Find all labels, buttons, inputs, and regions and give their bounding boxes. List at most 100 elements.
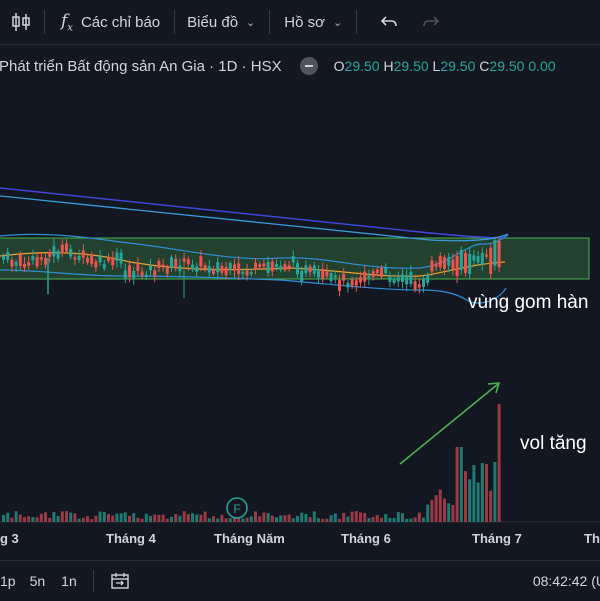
volume-bar <box>417 512 421 522</box>
volume-bar <box>392 518 396 522</box>
event-marker[interactable]: F <box>226 497 248 519</box>
volume-bar <box>123 512 127 522</box>
candle <box>464 250 467 277</box>
indicators-button[interactable]: fx Các chỉ báo <box>53 0 160 44</box>
time-label: Tháng 7 <box>472 531 522 546</box>
volume-bar <box>111 515 115 522</box>
volume-bar <box>262 512 266 522</box>
volume-bar <box>296 515 299 522</box>
volume-bar <box>291 518 295 522</box>
price-chart[interactable]: vùng gom hàn vol tăng F g 3 Tháng 4 Thán… <box>0 80 600 560</box>
volume-bar <box>10 517 14 522</box>
volume-bar <box>220 514 224 522</box>
candle <box>489 244 493 279</box>
volume-bar <box>443 498 446 522</box>
time-label: Tháng 4 <box>106 531 157 546</box>
volume-bar <box>375 515 379 522</box>
volume-bar <box>493 462 497 522</box>
profile-menu-label: Hồ sơ <box>284 13 325 31</box>
volume-bar <box>157 514 161 522</box>
volume-bar <box>422 517 425 522</box>
volume-bar <box>283 515 287 522</box>
clock-readout[interactable]: 08:42:42 (U <box>533 573 600 589</box>
volume-bar <box>52 512 56 522</box>
open-value: 29.50 <box>344 58 380 74</box>
volume-bar <box>434 495 438 522</box>
close-value: 29.50 <box>489 58 525 74</box>
chevron-down-icon: ⌄ <box>332 16 343 29</box>
volume-bar <box>165 518 169 522</box>
time-label: Th <box>584 531 600 546</box>
volume-bar <box>115 513 119 522</box>
function-icon: fx <box>61 10 73 34</box>
volume-bar <box>144 513 148 522</box>
volume-bar <box>107 514 110 522</box>
volume-bar <box>6 512 10 522</box>
undo-button[interactable] <box>379 0 399 44</box>
volume-bar <box>468 479 472 522</box>
volume-bar <box>287 514 291 522</box>
range-5n-button[interactable]: 5n <box>30 573 46 589</box>
volume-bar <box>149 515 152 522</box>
volume-bar <box>132 513 136 522</box>
time-axis[interactable]: g 3 Tháng 4 Tháng Năm Tháng 6 Tháng 7 Th <box>0 531 600 546</box>
trend-arrow[interactable] <box>399 383 499 465</box>
volume-bar <box>308 517 312 522</box>
symbol-title[interactable]: Phát triển Bất động sản An Gia · 1D · HS… <box>0 58 282 75</box>
volume-bar <box>472 465 476 522</box>
volume-bar <box>65 511 68 522</box>
volume-series <box>2 404 501 522</box>
candle-style-button[interactable] <box>10 0 32 44</box>
volume-bar <box>39 513 43 522</box>
redo-icon <box>423 16 440 27</box>
high-value: 29.50 <box>393 58 429 74</box>
date-range-icon[interactable] <box>110 571 130 591</box>
candle <box>417 278 421 294</box>
volume-bar <box>321 518 325 522</box>
volume-bar <box>300 512 304 522</box>
volume-bar <box>191 513 194 522</box>
volume-bar <box>44 512 47 522</box>
volume-bar <box>438 489 442 522</box>
redo-button[interactable] <box>421 0 441 44</box>
volume-bar <box>161 514 165 522</box>
range-1n-button[interactable]: 1n <box>61 573 77 589</box>
volume-bar <box>401 513 404 522</box>
volume-bar <box>60 511 64 522</box>
toolbar-divider <box>174 10 176 34</box>
bottom-toolbar: 1p 5n 1n 08:42:42 (U <box>0 560 600 601</box>
volume-bar <box>241 518 245 522</box>
volume-bar <box>119 513 123 522</box>
volume-bar <box>94 515 98 522</box>
zone-annotation[interactable]: vùng gom hàn <box>468 292 588 313</box>
ohlc-values: O29.50 H29.50 L29.50 C29.50 0.00 <box>334 58 556 74</box>
volume-bar <box>367 518 371 522</box>
volume-bar <box>426 504 430 522</box>
collapse-legend-icon[interactable] <box>299 57 318 75</box>
volume-bar <box>258 516 262 522</box>
volume-bar <box>77 518 81 522</box>
volume-bar <box>346 516 350 522</box>
volume-bar <box>325 518 329 522</box>
volume-bar <box>380 517 383 522</box>
profile-menu-button[interactable]: Hồ sơ ⌄ <box>284 0 342 44</box>
volume-annotation[interactable]: vol tăng <box>520 433 587 454</box>
chevron-down-icon: ⌄ <box>246 16 256 29</box>
volume-bar <box>476 482 480 522</box>
volume-bar <box>329 515 333 522</box>
volume-bar <box>31 517 35 522</box>
time-label: Tháng 6 <box>341 531 391 546</box>
range-1p-button[interactable]: 1p <box>0 573 16 589</box>
volume-bar <box>430 499 434 522</box>
volume-bar <box>396 512 400 522</box>
volume-bar <box>86 516 89 522</box>
high-key: H <box>383 58 394 74</box>
chart-menu-button[interactable]: Biểu đồ ⌄ <box>187 0 255 44</box>
top-toolbar: fx Các chỉ báo Biểu đồ ⌄ Hồ sơ ⌄ <box>0 0 600 45</box>
volume-bar <box>275 517 278 522</box>
volume-bar <box>199 514 203 522</box>
volume-bar <box>464 471 467 522</box>
volume-bar <box>451 505 455 522</box>
undo-icon <box>381 16 397 27</box>
low-value: 29.50 <box>440 58 476 74</box>
